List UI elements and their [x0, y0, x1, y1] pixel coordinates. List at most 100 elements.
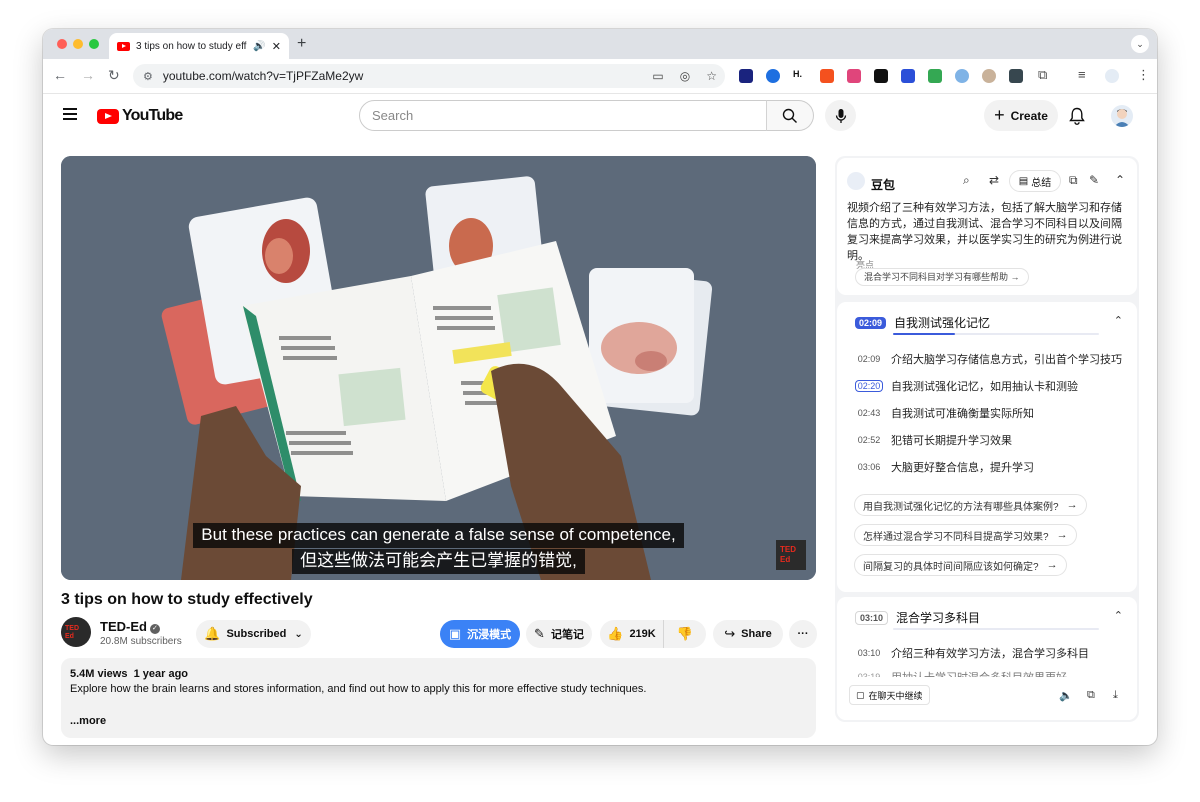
description-box[interactable]: 5.4M views 1 year ago Explore how the br…: [61, 658, 816, 738]
chapter-item[interactable]: 03:10 介绍三种有效学习方法，混合学习多科目: [855, 645, 1089, 661]
item-timestamp[interactable]: 02:09: [855, 354, 883, 364]
notifications-bell-icon[interactable]: [1069, 107, 1085, 130]
bookmark-star-icon[interactable]: ☆: [706, 69, 717, 83]
show-more-link[interactable]: ...more: [70, 715, 106, 727]
extension-icon[interactable]: [955, 69, 969, 83]
immersive-mode-button[interactable]: ▣ 沉浸模式: [440, 620, 520, 648]
channel-name-text[interactable]: TED-Ed: [100, 619, 147, 634]
youtube-logo[interactable]: YouTube: [97, 107, 183, 125]
new-tab-button[interactable]: +: [297, 35, 306, 53]
chapter-section-1: 02:09 自我测试强化记忆 ⌃ 02:09 介绍大脑学习存储信息方式，引出首个…: [837, 302, 1137, 592]
immersive-label: 沉浸模式: [467, 629, 512, 641]
chapter-header[interactable]: 03:10 混合学习多科目: [855, 609, 980, 626]
item-text: 大脑更好整合信息，提升学习: [891, 462, 1034, 474]
subscribed-label: Subscribed: [226, 628, 287, 640]
video-player[interactable]: But these practices can generate a false…: [61, 156, 816, 580]
chapter-item-active[interactable]: 02:20 自我测试强化记忆，如用抽认卡和测验: [855, 378, 1078, 394]
extensions-puzzle-icon[interactable]: ⧉: [1038, 67, 1047, 83]
copy-icon[interactable]: ⧉: [1087, 689, 1095, 702]
chapter-item[interactable]: 02:52 犯错可长期提升学习效果: [855, 432, 1012, 448]
share-label: Share: [741, 628, 772, 640]
speaker-icon[interactable]: 🔊: [253, 41, 265, 52]
menu-icon[interactable]: [63, 108, 77, 120]
browser-menu-icon[interactable]: ⋮: [1137, 67, 1150, 83]
save-icon[interactable]: ⤓: [1113, 689, 1118, 702]
collapse-chevron-icon[interactable]: ⌃: [1114, 314, 1123, 327]
eye-off-icon[interactable]: ◎: [680, 69, 690, 83]
tab-title: 3 tips on how to study eff: [136, 40, 247, 52]
reload-icon[interactable]: ↻: [108, 67, 120, 84]
channel-name[interactable]: TED-Ed ✓: [100, 619, 160, 634]
mindmap-icon[interactable]: ⧉: [1069, 173, 1078, 188]
extension-icon[interactable]: [847, 69, 861, 83]
extension-icon[interactable]: [901, 69, 915, 83]
suggested-question[interactable]: 间隔复习的具体时间间隔应该如何确定? →: [854, 554, 1067, 576]
close-window-button[interactable]: [57, 39, 67, 49]
dislike-button[interactable]: 👎: [664, 620, 706, 648]
chapter-divider: [893, 628, 1099, 630]
search-button[interactable]: [766, 100, 814, 131]
address-bar[interactable]: ⚙ youtube.com/watch?v=TjPFZaMe2yw ▭ ◎ ☆: [133, 64, 725, 88]
extension-icon[interactable]: [928, 69, 942, 83]
collapse-panel-icon[interactable]: ⌃: [1115, 173, 1125, 187]
chapter-item[interactable]: 02:43 自我测试可准确衡量实际所知: [855, 405, 1034, 421]
create-button[interactable]: + Create: [984, 100, 1058, 131]
site-settings-icon[interactable]: ⚙: [143, 70, 153, 83]
edit-icon[interactable]: ✎: [1089, 173, 1099, 187]
tab-close-icon[interactable]: ✕: [272, 40, 281, 53]
zoom-window-button[interactable]: [89, 39, 99, 49]
like-button[interactable]: 👍 219K: [600, 620, 664, 648]
back-arrow-icon[interactable]: ←: [53, 67, 67, 83]
extension-icon[interactable]: H.: [793, 69, 807, 83]
account-avatar[interactable]: [1111, 105, 1133, 127]
item-timestamp[interactable]: 02:20: [855, 380, 883, 392]
chapter-timestamp[interactable]: 03:10: [855, 610, 889, 625]
translate-icon[interactable]: ⇄: [989, 173, 999, 187]
chapter-title: 自我测试强化记忆: [894, 316, 991, 330]
cast-icon[interactable]: ▭: [652, 69, 663, 83]
search-icon[interactable]: ⌕: [963, 173, 970, 188]
more-horizontal-icon: ···: [797, 628, 809, 640]
extension-icon[interactable]: [766, 69, 780, 83]
edit-note-icon: ✎: [534, 626, 545, 641]
continue-in-chat-button[interactable]: ▢ 在聊天中继续: [849, 685, 930, 705]
item-timestamp[interactable]: 02:43: [855, 408, 883, 418]
chapter-item[interactable]: 02:09 介绍大脑学习存储信息方式，引出首个学习技巧: [855, 351, 1122, 367]
chapter-progress-fill: [893, 333, 955, 335]
share-button[interactable]: ↪ Share: [713, 620, 783, 648]
extension-icon[interactable]: [739, 69, 753, 83]
tab-search-button[interactable]: ⌄: [1131, 35, 1149, 53]
reading-list-icon[interactable]: ≡: [1078, 67, 1086, 82]
profile-avatar[interactable]: [1105, 69, 1119, 83]
item-timestamp[interactable]: 02:52: [855, 435, 883, 445]
browser-tab[interactable]: 3 tips on how to study eff 🔊 ✕: [109, 33, 289, 59]
suggested-question[interactable]: 怎样通过混合学习不同科目提高学习效果? →: [854, 524, 1077, 546]
extension-icon[interactable]: [874, 69, 888, 83]
extension-icon[interactable]: [982, 69, 996, 83]
chapter-header[interactable]: 02:09 自我测试强化记忆: [855, 314, 990, 331]
summary-icon: ▤: [1018, 175, 1029, 187]
item-timestamp[interactable]: 03:06: [855, 462, 883, 472]
channel-avatar[interactable]: TED Ed: [61, 617, 91, 647]
minimize-window-button[interactable]: [73, 39, 83, 49]
chapter-item[interactable]: 03:06 大脑更好整合信息，提升学习: [855, 459, 1034, 475]
share-arrow-icon: ↪: [724, 626, 736, 641]
subscribed-button[interactable]: 🔔 Subscribed ⌄: [196, 620, 311, 648]
voice-search-button[interactable]: [825, 100, 856, 131]
take-notes-button[interactable]: ✎ 记笔记: [526, 620, 592, 648]
item-timestamp[interactable]: 03:10: [855, 648, 883, 658]
caption-line-chinese: 但这些做法可能会产生已掌握的错觉,: [61, 549, 816, 574]
thumbs-up-icon: 👍: [607, 626, 624, 641]
forward-arrow-icon[interactable]: →: [81, 67, 95, 83]
extension-icon[interactable]: [1009, 69, 1023, 83]
extension-icon[interactable]: [820, 69, 834, 83]
collapse-chevron-icon[interactable]: ⌃: [1114, 609, 1123, 622]
search-input[interactable]: Search: [359, 100, 767, 131]
highlight-question-chip[interactable]: 混合学习不同科目对学习有哪些帮助 →: [855, 268, 1029, 286]
suggested-question[interactable]: 用自我测试强化记忆的方法有哪些具体案例? →: [854, 494, 1087, 516]
read-aloud-icon[interactable]: 🔈: [1059, 689, 1073, 702]
chapter-timestamp[interactable]: 02:09: [855, 316, 887, 329]
summary-tab-button[interactable]: ▤ 总结: [1009, 170, 1061, 192]
url-text[interactable]: youtube.com/watch?v=TjPFZaMe2yw: [163, 69, 645, 83]
more-actions-button[interactable]: ···: [789, 620, 817, 648]
